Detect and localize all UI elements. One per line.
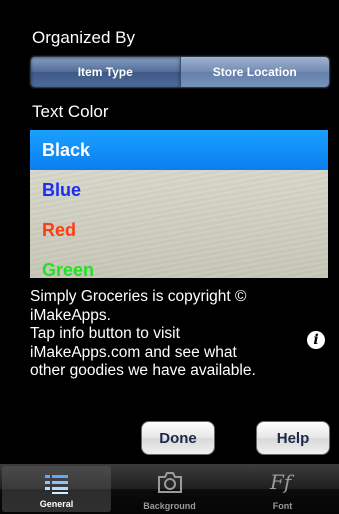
segment-store-location[interactable]: Store Location (179, 57, 329, 87)
copyright-line: other goodies we have available. (30, 362, 256, 379)
list-icon (44, 475, 68, 494)
font-icon: Ff (269, 470, 295, 494)
tab-label: General (39, 499, 74, 509)
text-color-picker[interactable]: Black Blue Red Green (30, 130, 328, 278)
organized-by-segmented-control: Item Type Store Location (30, 56, 330, 88)
color-option-blue[interactable]: Blue (30, 170, 328, 210)
info-icon[interactable]: i (307, 331, 325, 349)
tab-label: Background (143, 501, 196, 511)
color-option-red[interactable]: Red (30, 210, 328, 250)
copyright-line: Tap info button to visit (30, 325, 180, 342)
tab-bar: General Background Ff Font (0, 464, 339, 514)
copyright-text: Simply Groceries is copyright © iMakeApp… (30, 288, 290, 381)
tab-label: Font (272, 501, 293, 511)
organized-by-title: Organized By (32, 28, 135, 47)
copyright-line: iMakeApps.com and see what (30, 343, 237, 361)
tab-background[interactable]: Background (113, 464, 226, 514)
text-color-title: Text Color (32, 102, 109, 121)
svg-text:Ff: Ff (269, 470, 295, 494)
done-button[interactable]: Done (141, 421, 215, 455)
tab-general[interactable]: General (2, 466, 111, 512)
segment-item-type[interactable]: Item Type (31, 57, 180, 87)
color-option-green[interactable]: Green (30, 250, 328, 278)
camera-icon (157, 472, 182, 493)
help-button[interactable]: Help (256, 421, 330, 455)
tab-font[interactable]: Ff Font (226, 464, 339, 514)
copyright-line: Simply Groceries is copyright © (30, 288, 247, 305)
color-option-black[interactable]: Black (30, 130, 328, 170)
copyright-line: iMakeApps. (30, 306, 111, 324)
